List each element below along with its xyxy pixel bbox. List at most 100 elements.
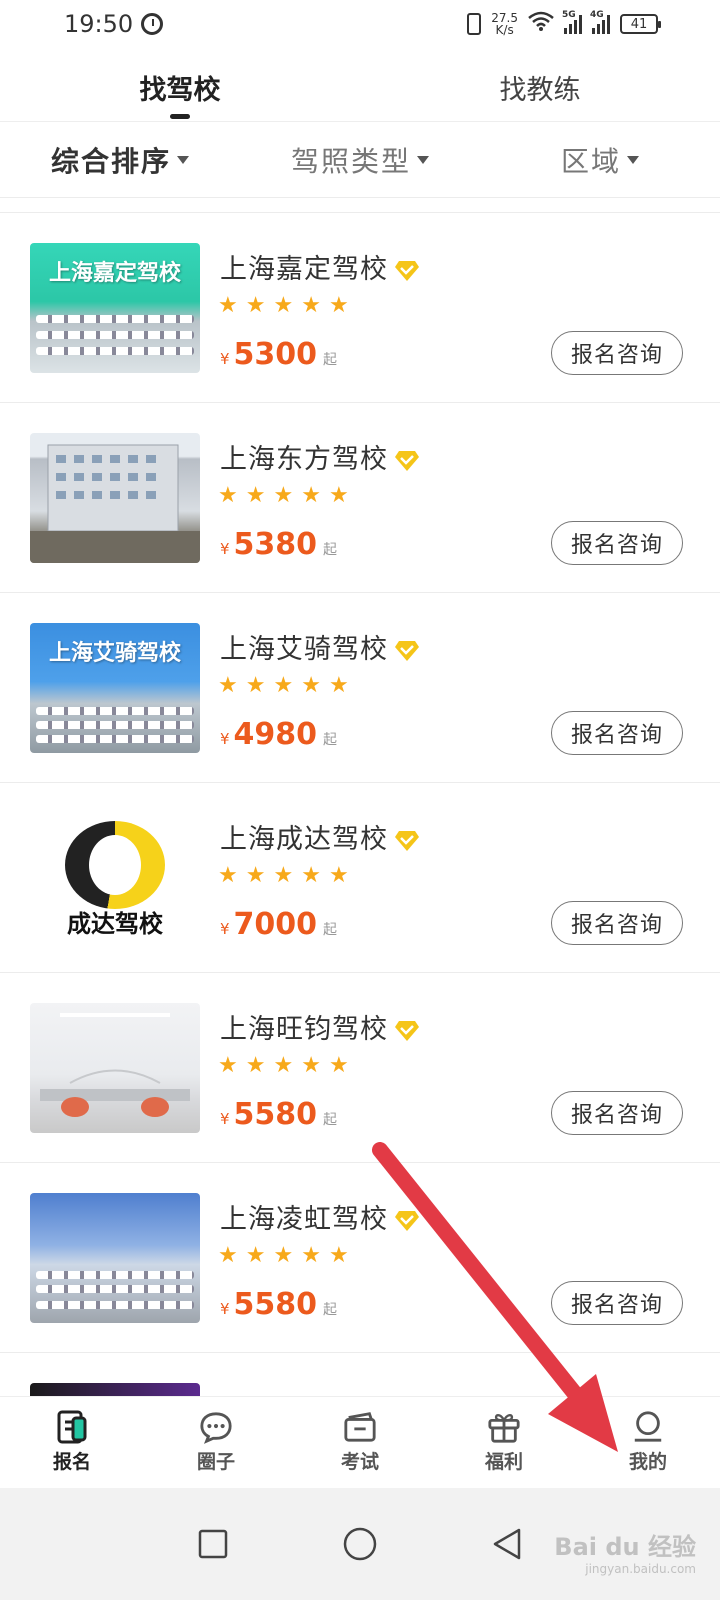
price-suffix: 起 bbox=[323, 352, 338, 368]
watermark-url: jingyan.baidu.com bbox=[585, 1562, 696, 1576]
star-rating: ★ ★ ★ ★ ★ bbox=[218, 295, 349, 317]
nav-exam[interactable]: 考试 bbox=[288, 1397, 432, 1488]
star-icon: ★ bbox=[218, 863, 238, 888]
star-icon: ★ bbox=[273, 1053, 294, 1078]
nav-welfare[interactable]: 福利 bbox=[432, 1397, 576, 1488]
star-icon: ★ bbox=[273, 293, 294, 318]
consult-button[interactable]: 报名咨询 bbox=[551, 901, 683, 945]
school-name-text: 上海成达驾校 bbox=[220, 824, 388, 855]
back-button[interactable] bbox=[477, 1514, 537, 1574]
network-speed: 27.5 K/s bbox=[491, 12, 518, 36]
star-rating: ★ ★ ★ ★ ★ bbox=[218, 1245, 349, 1267]
star-rating: ★ ★ ★ ★ ★ bbox=[218, 865, 349, 887]
logo-caption: 成达驾校 bbox=[67, 910, 163, 938]
price-value: 4980 bbox=[233, 717, 318, 752]
school-name: 上海东方驾校 bbox=[220, 437, 420, 476]
star-icon: ★ bbox=[273, 673, 294, 698]
star-icon: ★ bbox=[301, 673, 321, 698]
signal-4g-icon: 4G bbox=[590, 10, 610, 34]
school-thumbnail: 上海艾骑驾校 bbox=[30, 623, 200, 753]
star-rating: ★ ★ ★ ★ ★ bbox=[218, 1055, 349, 1077]
square-icon bbox=[199, 1529, 228, 1559]
star-icon: ★ bbox=[218, 483, 238, 508]
school-thumbnail bbox=[30, 433, 200, 563]
nav-mine-label: 我的 bbox=[628, 1451, 667, 1473]
verified-icon bbox=[395, 1020, 419, 1041]
price-suffix: 起 bbox=[323, 542, 338, 558]
back-triangle-icon bbox=[493, 1528, 520, 1560]
school-thumbnail bbox=[30, 1193, 200, 1323]
school-row[interactable]: 上海东方驾校 ★ ★ ★ ★ ★ ¥5380 起 报名咨询 bbox=[0, 403, 720, 593]
school-name: 上海成达驾校 bbox=[220, 817, 420, 856]
consult-button[interactable]: 报名咨询 bbox=[551, 331, 683, 375]
net-speed-unit: K/s bbox=[495, 23, 514, 37]
price: ¥5380 起 bbox=[220, 527, 337, 562]
school-name-text: 上海旺钧驾校 bbox=[220, 1014, 388, 1045]
star-icon: ★ bbox=[301, 483, 321, 508]
consult-button[interactable]: 报名咨询 bbox=[551, 711, 683, 755]
price: ¥5300 起 bbox=[220, 337, 337, 372]
price-value: 5300 bbox=[233, 337, 318, 372]
filter-sort[interactable]: 综合排序 bbox=[0, 140, 240, 180]
chat-icon bbox=[199, 1411, 233, 1444]
filter-license-type[interactable]: 驾照类型 bbox=[240, 140, 480, 180]
school-name: 上海旺钧驾校 bbox=[220, 1007, 420, 1046]
star-icon: ★ bbox=[273, 483, 294, 508]
signup-icon bbox=[55, 1410, 89, 1444]
nav-mine[interactable]: 我的 bbox=[576, 1397, 720, 1488]
consult-button[interactable]: 报名咨询 bbox=[551, 1091, 683, 1135]
price-suffix: 起 bbox=[323, 732, 338, 748]
star-icon: ★ bbox=[218, 293, 238, 318]
consult-button[interactable]: 报名咨询 bbox=[551, 1281, 683, 1325]
exam-icon bbox=[343, 1411, 377, 1443]
verified-icon bbox=[395, 640, 419, 661]
star-rating: ★ ★ ★ ★ ★ bbox=[218, 675, 349, 697]
price: ¥5580 起 bbox=[220, 1097, 337, 1132]
school-row[interactable]: 成达驾校 上海成达驾校 ★ ★ ★ ★ ★ ¥7000 起 报名咨询 bbox=[0, 783, 720, 973]
tab-find-coach-label: 找教练 bbox=[499, 75, 581, 106]
school-row[interactable]: 上海艾骑驾校 上海艾骑驾校 ★ ★ ★ ★ ★ ¥4980 起 报名咨询 bbox=[0, 593, 720, 783]
price: ¥5580 起 bbox=[220, 1287, 337, 1322]
battery-level: 41 bbox=[630, 16, 648, 32]
price: ¥7000 起 bbox=[220, 907, 337, 942]
nav-circle[interactable]: 圈子 bbox=[144, 1397, 288, 1488]
bottom-nav: 报名 圈子 考试 福利 我的 bbox=[0, 1396, 720, 1488]
price-suffix: 起 bbox=[323, 922, 338, 938]
star-icon: ★ bbox=[273, 1243, 294, 1268]
watermark-brand: Bai du 经验 bbox=[554, 1533, 696, 1561]
alarm-icon bbox=[141, 13, 164, 35]
home-button[interactable] bbox=[330, 1514, 390, 1574]
price-value: 5380 bbox=[233, 527, 318, 562]
recents-button[interactable] bbox=[183, 1514, 243, 1574]
status-time-group: 19:50 bbox=[64, 10, 164, 38]
school-name: 上海嘉定驾校 bbox=[220, 247, 420, 286]
price: ¥4980 起 bbox=[220, 717, 337, 752]
star-icon: ★ bbox=[301, 293, 321, 318]
consult-button[interactable]: 报名咨询 bbox=[551, 521, 683, 565]
gift-icon bbox=[487, 1411, 521, 1443]
caret-down-icon bbox=[417, 155, 429, 164]
school-row[interactable]: 上海旺钧驾校 ★ ★ ★ ★ ★ ¥5580 起 报名咨询 bbox=[0, 973, 720, 1163]
school-name-text: 上海艾骑驾校 bbox=[220, 634, 388, 665]
vibrate-icon bbox=[467, 13, 482, 35]
battery-icon: 41 bbox=[620, 14, 661, 34]
tab-find-school[interactable]: 找驾校 bbox=[0, 48, 360, 121]
verified-icon bbox=[395, 450, 419, 471]
nav-signup[interactable]: 报名 bbox=[0, 1397, 144, 1488]
filter-bar: 综合排序 驾照类型 区域 bbox=[0, 122, 720, 198]
school-logo bbox=[65, 821, 165, 909]
tab-find-coach[interactable]: 找教练 bbox=[360, 48, 720, 121]
star-icon: ★ bbox=[328, 1243, 349, 1268]
star-icon: ★ bbox=[245, 483, 266, 508]
filter-area[interactable]: 区域 bbox=[480, 140, 720, 180]
school-row[interactable]: 上海凌虹驾校 ★ ★ ★ ★ ★ ¥5580 起 报名咨询 bbox=[0, 1163, 720, 1353]
school-name-text: 上海东方驾校 bbox=[220, 444, 388, 475]
filter-sort-label: 综合排序 bbox=[50, 144, 171, 178]
nav-circle-label: 圈子 bbox=[196, 1451, 235, 1473]
verified-icon bbox=[395, 260, 419, 281]
filter-license-label: 驾照类型 bbox=[290, 144, 411, 178]
school-row[interactable]: 上海嘉定驾校 上海嘉定驾校 ★ ★ ★ ★ ★ ¥5300 起 报名咨询 bbox=[0, 213, 720, 403]
caret-down-icon bbox=[177, 155, 189, 164]
thumbnail-caption: 上海嘉定驾校 bbox=[48, 261, 181, 286]
circle-icon bbox=[343, 1527, 377, 1561]
